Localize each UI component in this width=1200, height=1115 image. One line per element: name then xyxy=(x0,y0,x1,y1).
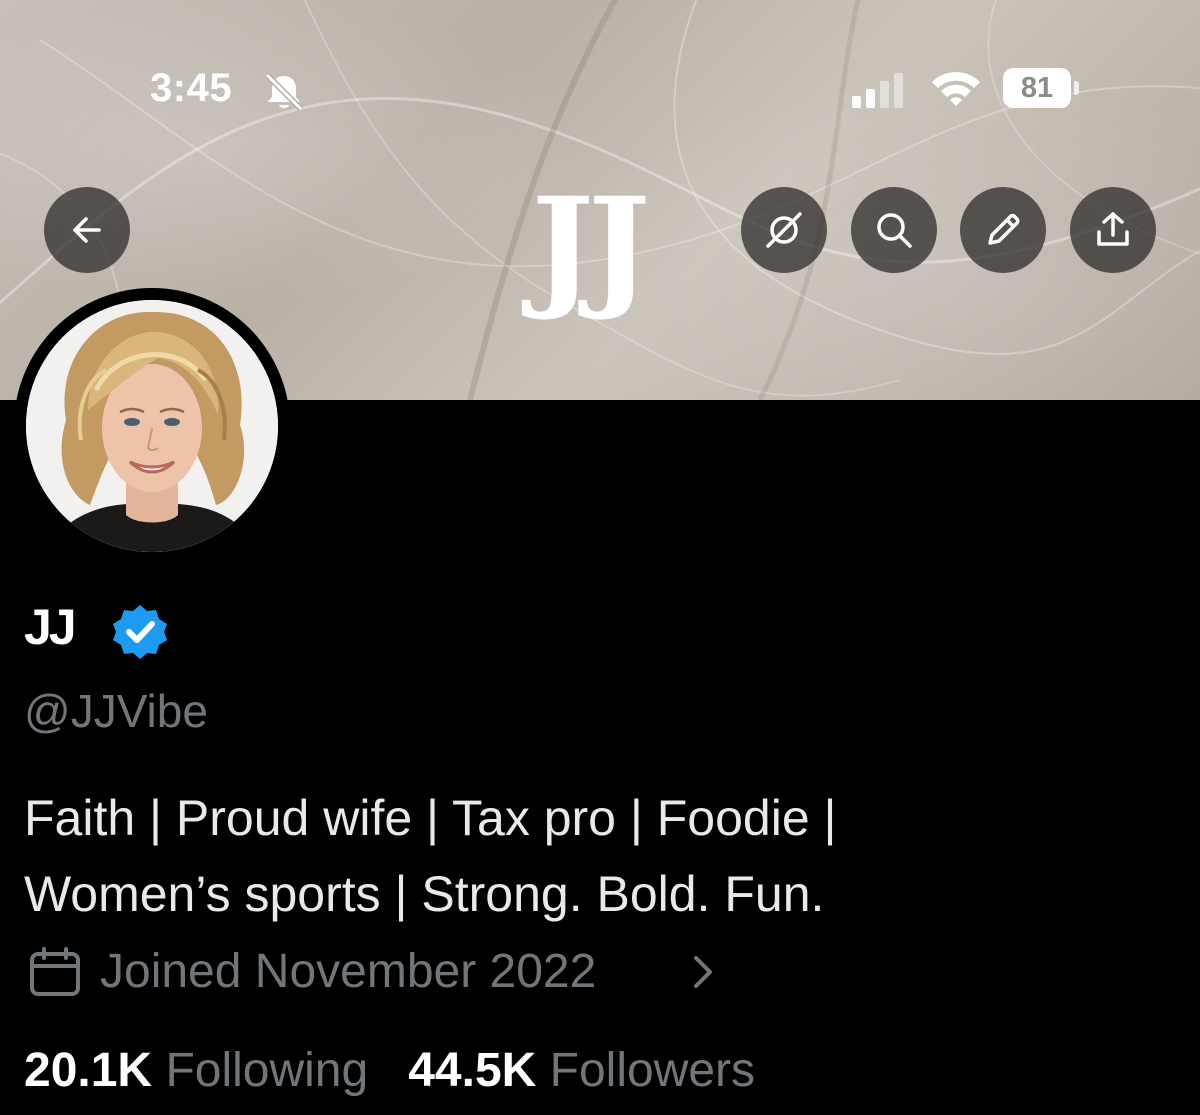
arrow-left-icon xyxy=(73,217,101,243)
following-link[interactable]: 20.1K Following xyxy=(24,1044,368,1097)
joined-date[interactable]: Joined November 2022 xyxy=(100,942,596,1002)
profile-page: JJ 3:45 81 JJ @JJVibe Faith | Proud wife… xyxy=(0,0,1200,1115)
cellular-signal-icon xyxy=(852,73,903,108)
following-count: 20.1K xyxy=(24,1044,153,1097)
avatar-photo xyxy=(26,300,278,552)
chevron-right-icon[interactable] xyxy=(688,952,718,992)
bio-line: Faith | Proud wife | Tax pro | Foodie | xyxy=(24,790,837,846)
grok-icon xyxy=(766,212,802,248)
wifi-icon xyxy=(932,72,980,106)
battery-level: 81 xyxy=(1020,72,1054,104)
followers-link[interactable]: 44.5K Followers xyxy=(408,1044,755,1097)
edit-profile-button[interactable] xyxy=(960,187,1046,273)
share-icon xyxy=(1097,212,1129,246)
banner-logo-text: JJ xyxy=(531,169,651,324)
battery-icon: 81 xyxy=(1003,68,1079,108)
search-button[interactable] xyxy=(851,187,937,273)
verified-badge-icon[interactable] xyxy=(110,602,170,662)
follow-stats: 20.1K Following 44.5K Followers xyxy=(24,1040,755,1102)
following-label: Following xyxy=(165,1044,369,1097)
display-name: JJ xyxy=(24,599,77,655)
grok-button[interactable] xyxy=(741,187,827,273)
status-bar-time: 3:45 xyxy=(150,66,233,110)
bell-slash-icon xyxy=(264,72,304,112)
back-button[interactable] xyxy=(44,187,130,273)
search-icon xyxy=(877,213,912,248)
profile-avatar[interactable] xyxy=(14,288,290,564)
followers-count: 44.5K xyxy=(408,1044,537,1097)
bio-line: Women’s sports | Strong. Bold. Fun. xyxy=(24,866,825,922)
followers-label: Followers xyxy=(549,1044,756,1097)
profile-bio: Faith | Proud wife | Tax pro | Foodie | … xyxy=(24,780,1124,932)
profile-handle: @JJVibe xyxy=(24,685,208,737)
share-button[interactable] xyxy=(1070,187,1156,273)
calendar-icon xyxy=(30,947,80,996)
pencil-icon xyxy=(988,213,1020,245)
